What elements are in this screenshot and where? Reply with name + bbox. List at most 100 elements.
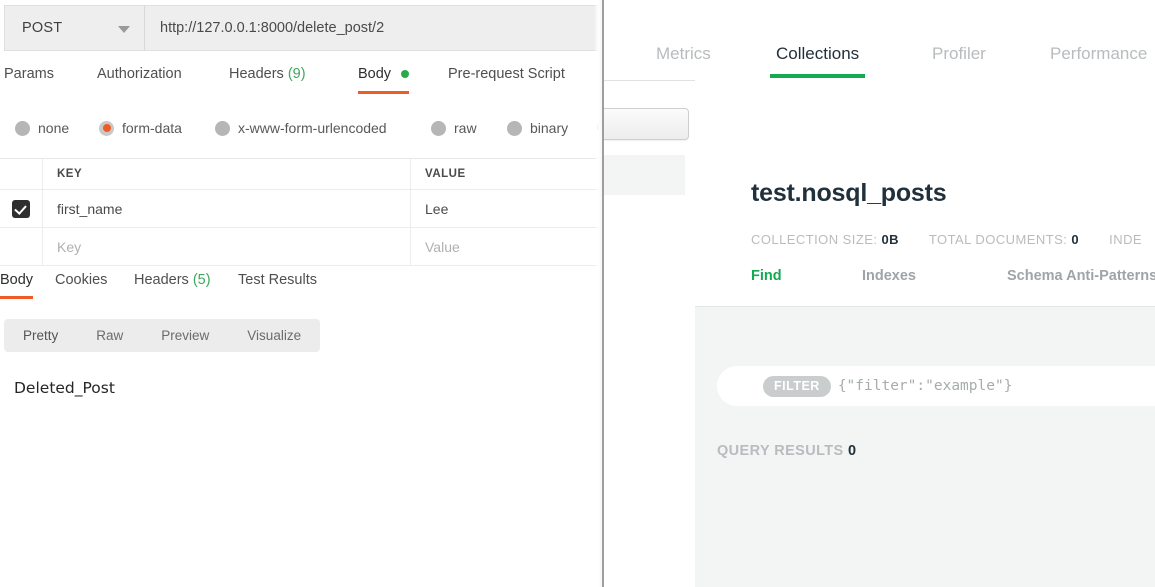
radio-binary[interactable]: binary (507, 120, 568, 136)
table-row-empty[interactable]: Key Value (0, 228, 604, 266)
subtab-schema-anti-patterns[interactable]: Schema Anti-Patterns ( (1007, 268, 1155, 284)
collection-title: test.nosql_posts (751, 179, 947, 207)
query-filter-bar[interactable]: FILTER {"filter":"example"} (717, 366, 1155, 406)
tab-headers-label: Headers (229, 66, 284, 82)
collection-size-label: COLLECTION SIZE: (751, 232, 878, 247)
row-key-input[interactable]: first_name (43, 190, 411, 227)
body-type-radio-group: none form-data x-www-form-urlencoded raw… (0, 120, 604, 148)
tab-headers[interactable]: Headers (9) (229, 66, 306, 82)
tab-authorization-label: Authorization (97, 66, 182, 82)
http-method-label: POST (22, 20, 63, 36)
radio-raw-icon (431, 120, 446, 136)
radio-form-data-label: form-data (122, 120, 182, 136)
request-url-input[interactable]: http://127.0.0.1:8000/delete_post/2 (144, 5, 604, 51)
compass-tab-collections[interactable]: Collections (770, 44, 866, 78)
header-checkbox-cell (0, 159, 43, 189)
sidebar-list-item[interactable] (604, 155, 685, 195)
compass-tab-profiler-label: Profiler (932, 44, 986, 63)
radio-x-www-form-urlencoded[interactable]: x-www-form-urlencoded (215, 120, 387, 136)
http-method-select[interactable]: POST (4, 5, 144, 51)
table-header-row: KEY VALUE (0, 159, 604, 190)
compass-active-tab-underline (770, 74, 866, 78)
request-url-row: POST http://127.0.0.1:8000/delete_post/2 (0, 0, 604, 56)
view-mode-preview[interactable]: Preview (142, 319, 228, 352)
collection-stats: COLLECTION SIZE: 0B TOTAL DOCUMENTS: 0 I… (751, 232, 1142, 247)
compass-sidebar (604, 80, 696, 587)
sidebar-separator (604, 80, 695, 81)
active-tab-underline (358, 91, 410, 94)
subtab-find[interactable]: Find (751, 268, 782, 284)
radio-form-data-icon (99, 120, 114, 136)
tab-params[interactable]: Params (4, 66, 54, 82)
filter-badge: FILTER (763, 375, 831, 397)
view-mode-raw[interactable]: Raw (77, 319, 142, 352)
postman-window: POST http://127.0.0.1:8000/delete_post/2… (0, 0, 604, 587)
query-results-label: QUERY RESULTS (717, 443, 844, 459)
tab-body-label: Body (358, 66, 392, 82)
response-tab-cookies[interactable]: Cookies (55, 272, 107, 288)
radio-x-www-form-urlencoded-label: x-www-form-urlencoded (238, 120, 387, 136)
header-key: KEY (43, 159, 411, 189)
screenshot-root: POST http://127.0.0.1:8000/delete_post/2… (0, 0, 1155, 587)
request-url-value: http://127.0.0.1:8000/delete_post/2 (160, 20, 385, 36)
tab-params-label: Params (4, 66, 54, 82)
response-body-text: Deleted_Post (14, 379, 115, 397)
tab-body[interactable]: Body (358, 66, 410, 94)
compass-tab-collections-label: Collections (776, 44, 860, 63)
total-documents-label: TOTAL DOCUMENTS: (928, 232, 1068, 247)
response-tab-bar: Body Cookies Headers (5) Test Results (0, 272, 604, 302)
tab-pre-request-script[interactable]: Pre-request Script (448, 66, 565, 82)
compass-tab-profiler[interactable]: Profiler (932, 44, 986, 64)
request-tab-bar: Params Authorization Headers (9) Body Pr… (0, 66, 604, 102)
compass-tab-metrics[interactable]: Metrics (656, 44, 711, 64)
empty-row-value-input[interactable]: Value (411, 228, 604, 265)
compass-query-area: FILTER {"filter":"example"} QUERY RESULT… (695, 306, 1155, 587)
chevron-down-icon (118, 26, 130, 33)
radio-binary-icon (507, 120, 522, 136)
compass-tab-metrics-label: Metrics (656, 44, 711, 63)
response-tab-headers-count: (5) (192, 272, 211, 288)
radio-none-icon (15, 120, 30, 136)
compass-tab-performance-label: Performance (1050, 44, 1148, 63)
header-value: VALUE (425, 168, 466, 180)
tab-authorization[interactable]: Authorization (97, 66, 182, 82)
response-tab-body[interactable]: Body (0, 272, 34, 299)
empty-row-key-input[interactable]: Key (43, 228, 411, 265)
filter-input[interactable]: {"filter":"example"} (838, 378, 1013, 394)
response-tab-headers[interactable]: Headers (5) (134, 272, 211, 288)
response-tab-body-label: Body (0, 272, 34, 288)
table-row[interactable]: first_name Lee (0, 190, 604, 228)
mongodb-compass-window: Metrics Collections Profiler Performance… (604, 0, 1155, 587)
query-results-summary: QUERY RESULTS 0 (717, 443, 857, 459)
radio-none-label: none (38, 120, 70, 136)
checkbox-checked-icon[interactable] (12, 199, 30, 218)
row-checkbox-cell[interactable] (0, 190, 43, 227)
radio-x-www-form-urlencoded-icon (215, 120, 230, 136)
response-tab-test-results-label: Test Results (238, 272, 317, 288)
compass-tab-performance[interactable]: Performance (1050, 44, 1147, 64)
response-tab-headers-label: Headers (134, 272, 189, 288)
indexes-label: INDE (1109, 232, 1143, 247)
response-active-tab-underline (0, 296, 34, 299)
sidebar-create-button[interactable] (604, 108, 689, 140)
view-mode-visualize[interactable]: Visualize (228, 319, 320, 352)
view-mode-pretty[interactable]: Pretty (4, 319, 77, 352)
body-modified-dot-icon (401, 70, 410, 79)
radio-form-data[interactable]: form-data (99, 120, 182, 136)
radio-raw-label: raw (454, 120, 477, 136)
tab-headers-count: (9) (287, 66, 306, 82)
response-tab-test-results[interactable]: Test Results (238, 272, 317, 288)
query-results-count: 0 (848, 443, 857, 459)
response-view-mode-group: Pretty Raw Preview Visualize (4, 319, 321, 352)
compass-tab-bar: Metrics Collections Profiler Performance (604, 0, 1155, 82)
subtab-indexes[interactable]: Indexes (862, 268, 916, 284)
radio-none[interactable]: none (15, 120, 69, 136)
row-value-input[interactable]: Lee (411, 190, 604, 227)
radio-raw[interactable]: raw (431, 120, 477, 136)
tab-pre-request-script-label: Pre-request Script (448, 66, 565, 82)
response-tab-cookies-label: Cookies (55, 272, 108, 288)
total-documents-value: 0 (1071, 232, 1080, 247)
radio-binary-label: binary (530, 120, 569, 136)
empty-row-checkbox-cell[interactable] (0, 228, 43, 265)
form-data-table: KEY VALUE first_name Lee Key Value (0, 158, 604, 266)
